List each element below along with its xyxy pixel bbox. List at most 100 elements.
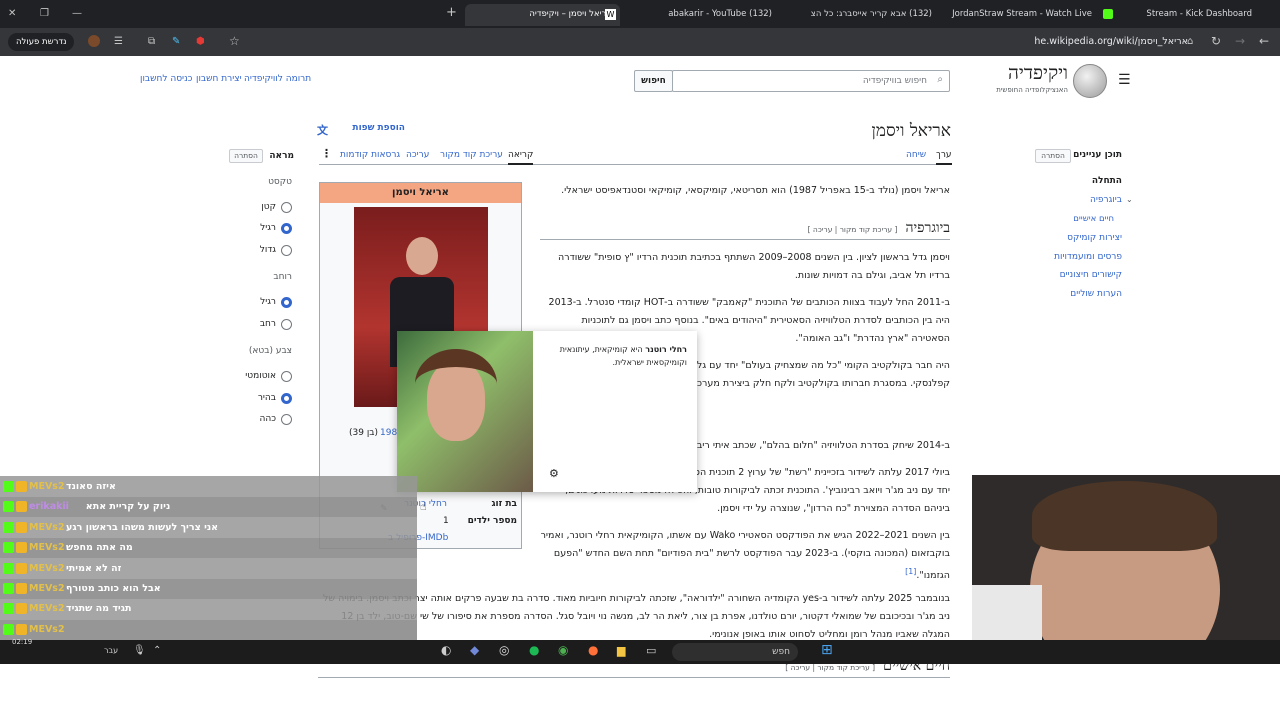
tab-edit-source[interactable]: עריכת קוד מקור <box>440 150 503 160</box>
toc-item-external-links[interactable]: קישורים חיצוניים <box>1020 270 1122 280</box>
search-input[interactable]: ⌕ חיפוש בוויקיפדיה <box>672 70 950 92</box>
close-window-icon[interactable]: ✕ <box>8 7 16 21</box>
donate-link[interactable]: תרומה לוויקיפדיה <box>244 74 311 84</box>
tray-chevron-icon[interactable]: ⌃ <box>153 645 161 656</box>
toc-item-awards[interactable]: פרסים ומועמדויות <box>1020 252 1122 262</box>
chevron-down-icon[interactable]: ⌄ <box>1126 195 1133 204</box>
extension-icon[interactable]: ☰ <box>114 35 123 49</box>
restore-window-icon[interactable]: ❐ <box>40 7 49 21</box>
clock-time[interactable]: 02:19 <box>12 638 32 646</box>
wordmark[interactable]: ויקיפדיה <box>960 62 1068 84</box>
address-bar-row: נדרשת פעולה ☰ ⧉ ✎ ⬢ ☆ he.wikipedia.org/w… <box>0 28 1280 56</box>
paragraph-1: ויסמן גדל בראשון לציון. בין השנים 2008–2… <box>558 252 950 281</box>
translate-extension-icon[interactable]: ✎ <box>172 35 180 49</box>
microphone-icon[interactable]: 🎙 <box>133 645 146 656</box>
reload-icon[interactable]: ↻ <box>1211 34 1221 48</box>
toc-hide-button[interactable]: הסתרה <box>1035 149 1071 163</box>
kick-icon <box>1103 9 1113 19</box>
windows-start-icon[interactable]: ⊞ <box>821 642 839 660</box>
color-light-radio[interactable] <box>281 393 292 404</box>
main-menu-icon[interactable]: ☰ <box>1118 72 1131 88</box>
minimize-window-icon[interactable]: — <box>72 7 82 21</box>
create-account-link[interactable]: יצירת חשבון <box>196 74 242 84</box>
screenshot-icon[interactable]: ⧉ <box>148 35 155 49</box>
width-wide-radio[interactable] <box>281 319 292 330</box>
required-action-button[interactable]: נדרשת פעולה <box>8 33 75 51</box>
adblock-icon[interactable]: ⬢ <box>196 35 205 49</box>
toc-item-comics[interactable]: יצירות קומיקס <box>1020 233 1122 243</box>
chat-text: זה לא אמיתי <box>66 562 122 574</box>
appearance-hide-button[interactable]: הסתרה <box>229 149 263 163</box>
text-size-standard-radio[interactable] <box>281 223 292 234</box>
toc-item-biography[interactable]: ביוגרפיה <box>1020 195 1122 205</box>
toc-item-start[interactable]: התחלה <box>1020 176 1122 186</box>
language-icon: 文 <box>317 124 328 137</box>
wikipedia-favicon-icon: W <box>605 9 616 20</box>
page-title: אריאל ויסמן <box>871 121 951 141</box>
firefox-icon[interactable]: ● <box>588 643 598 657</box>
tab-youtube-abakarir[interactable]: (132) abakarir - YouTube <box>620 4 780 26</box>
tab-read[interactable]: קריאה <box>508 150 534 165</box>
file-explorer-icon[interactable]: ▆ <box>617 644 625 657</box>
preview-text: רחלי רוטנר היא קומיקאית, עיתונאית וקומיק… <box>537 343 687 369</box>
search-button[interactable]: חיפוש <box>634 70 673 92</box>
chrome-icon[interactable]: ◉ <box>558 643 568 657</box>
profile-avatar-icon[interactable] <box>88 35 100 47</box>
tab-youtube-iceberg[interactable]: (132) אבא קריר אייסברג: כל הצ <box>780 4 940 26</box>
chat-username[interactable]: MEVs2 <box>29 559 65 579</box>
color-auto-radio[interactable] <box>281 371 292 382</box>
url-text[interactable]: he.wikipedia.org/wiki/אריאל_ויסמן <box>1034 36 1188 47</box>
birth-age: (בן 39) <box>349 428 379 438</box>
page-preview-popup[interactable]: רחלי רוטנר היא קומיקאית, עיתונאית וקומיק… <box>397 331 697 492</box>
children-label: מספר ילדים <box>467 516 517 526</box>
chat-username[interactable]: MEVs2 <box>29 538 65 558</box>
obs-icon[interactable]: ◎ <box>499 643 509 657</box>
spotify-icon[interactable]: ● <box>529 643 539 657</box>
back-icon[interactable]: ← <box>1259 34 1269 48</box>
task-view-icon[interactable]: ▭ <box>646 644 656 657</box>
bookmark-star-icon[interactable]: ☆ <box>229 34 240 48</box>
chat-message: erikakii ניוק על קריית אתא <box>0 497 417 518</box>
toc-item-personal-life[interactable]: חיים אישיים <box>1020 214 1114 224</box>
text-size-large-radio[interactable] <box>281 245 292 256</box>
add-languages-button[interactable]: 文 הוספת שפות <box>317 123 405 137</box>
chat-username[interactable]: MEVs2 <box>29 518 65 538</box>
steam-icon[interactable]: ◐ <box>441 643 451 657</box>
chat-username[interactable]: MEVs2 <box>29 579 65 599</box>
chat-username[interactable]: MEVs2 <box>29 620 65 640</box>
login-link[interactable]: כניסה לחשבון <box>140 74 192 84</box>
discord-icon[interactable]: ◆ <box>470 643 479 657</box>
settings-gear-icon[interactable]: ⚙ <box>549 467 559 480</box>
chat-text: תגיד מה שתגיד <box>66 603 132 615</box>
text-size-group-label: טקסט <box>268 177 292 187</box>
taskbar-search[interactable]: חפש <box>672 643 798 661</box>
more-actions-icon[interactable]: ⋮ <box>321 147 332 160</box>
home-icon[interactable]: ⌂ <box>1187 35 1193 49</box>
section-edit-links[interactable]: [ עריכת קוד מקור | עריכה ] <box>808 225 898 234</box>
text-size-large-label: גדול <box>259 245 276 255</box>
footnote-ref[interactable]: [1] <box>905 567 916 576</box>
width-standard-label: רגיל <box>260 297 276 307</box>
text-size-small-radio[interactable] <box>281 202 292 213</box>
tab-jordanstraw[interactable]: JordanStraw Stream - Watch Live <box>940 4 1100 26</box>
keyboard-language[interactable]: עבר <box>104 646 118 655</box>
color-dark-radio[interactable] <box>281 414 292 425</box>
tab-edit[interactable]: עריכה <box>406 150 429 160</box>
tab-article[interactable]: ערך <box>936 150 952 165</box>
tab-wikipedia[interactable]: אריאל ויסמן – ויקיפדיה W <box>465 4 620 26</box>
biography-heading: ביוגרפיה [ עריכת קוד מקור | עריכה ] <box>540 220 950 240</box>
new-tab-icon[interactable]: + <box>446 6 457 20</box>
chat-username[interactable]: erikakii <box>29 497 69 517</box>
tab-talk[interactable]: שיחה <box>906 150 926 160</box>
forward-icon[interactable]: → <box>1235 34 1245 48</box>
tab-history[interactable]: גרסאות קודמות <box>340 150 400 160</box>
section-edit-links[interactable]: [ עריכת קוד מקור | עריכה ] <box>785 663 875 672</box>
wikipedia-globe-logo[interactable] <box>1073 64 1107 98</box>
sub-badge-icon <box>16 481 27 492</box>
tab-kick-dashboard[interactable]: Stream - Kick Dashboard <box>1100 4 1260 26</box>
chat-username[interactable]: MEVs2 <box>29 599 65 619</box>
chat-username[interactable]: MEVs2 <box>29 477 65 497</box>
toc-item-footnotes[interactable]: הערות שוליים <box>1020 289 1122 299</box>
width-standard-radio[interactable] <box>281 297 292 308</box>
color-auto-label: אוטומטי <box>245 371 276 381</box>
